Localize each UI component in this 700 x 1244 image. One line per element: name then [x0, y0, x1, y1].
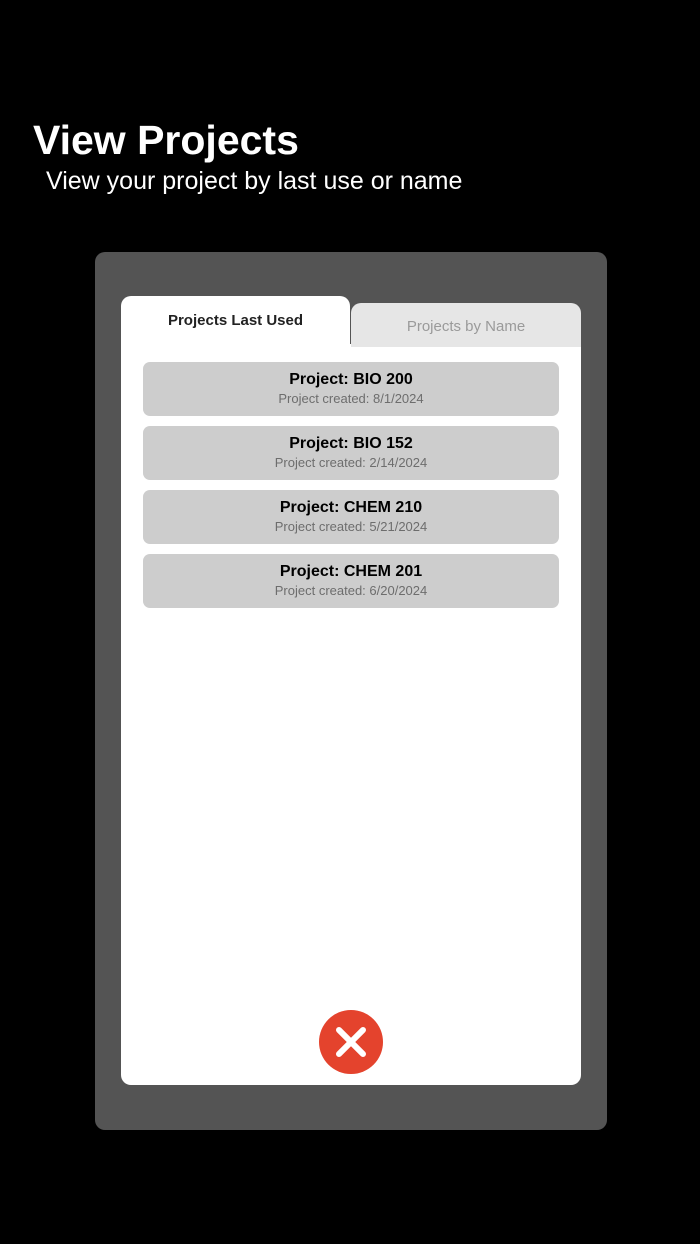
- project-name: Project: BIO 200: [289, 371, 413, 388]
- project-created-date: Project created: 2/14/2024: [274, 455, 428, 470]
- close-button[interactable]: [319, 1010, 383, 1074]
- projects-panel: Projects Last Used Projects by Name Proj…: [95, 252, 607, 1130]
- project-item-bio-152[interactable]: Project: BIO 152 Project created: 2/14/2…: [143, 426, 559, 480]
- tab-projects-by-name[interactable]: Projects by Name: [351, 303, 581, 347]
- project-created-date: Project created: 6/20/2024: [274, 583, 428, 598]
- project-created-date: Project created: 8/1/2024: [278, 391, 424, 406]
- project-name: Project: CHEM 210: [279, 499, 423, 516]
- project-name: Project: BIO 152: [289, 435, 413, 452]
- project-item-chem-210[interactable]: Project: CHEM 210 Project created: 5/21/…: [143, 490, 559, 544]
- project-created-date: Project created: 5/21/2024: [274, 519, 428, 534]
- tab-projects-last-used[interactable]: Projects Last Used: [121, 296, 350, 348]
- project-item-chem-201[interactable]: Project: CHEM 201 Project created: 6/20/…: [143, 554, 559, 608]
- project-list: Project: BIO 200 Project created: 8/1/20…: [143, 362, 559, 618]
- page-subtitle: View your project by last use or name: [46, 167, 463, 195]
- page-title: View Projects: [33, 117, 299, 163]
- projects-content-card: Project: BIO 200 Project created: 8/1/20…: [121, 344, 581, 1085]
- close-icon: [336, 1027, 366, 1057]
- project-item-bio-200[interactable]: Project: BIO 200 Project created: 8/1/20…: [143, 362, 559, 416]
- project-name: Project: CHEM 201: [279, 563, 423, 580]
